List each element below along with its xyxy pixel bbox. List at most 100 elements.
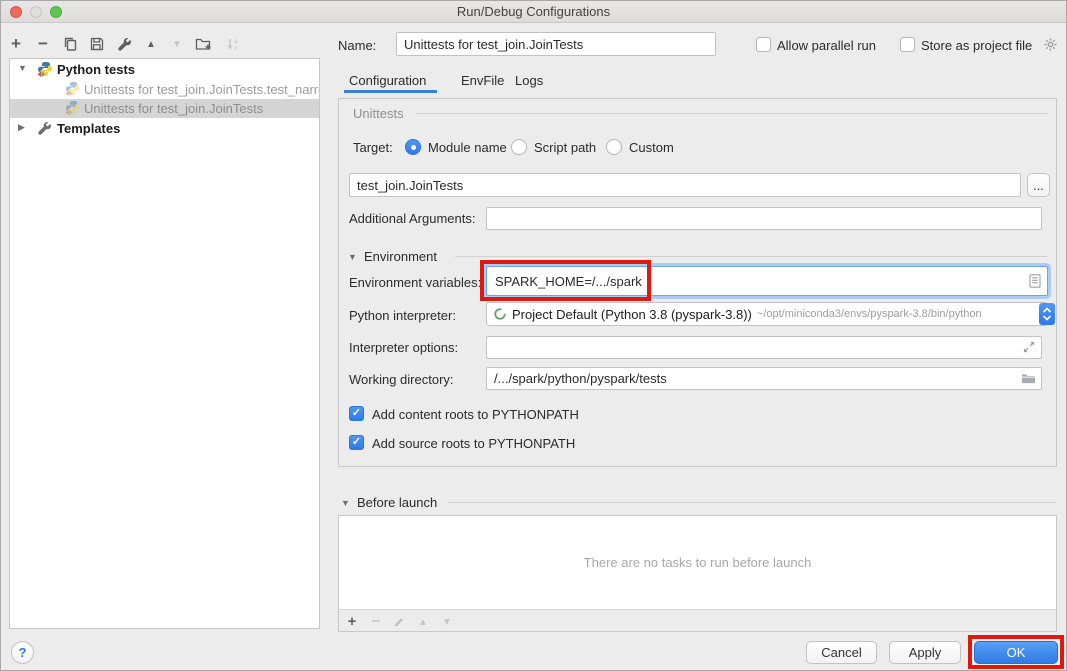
additional-arguments-label: Additional Arguments: bbox=[349, 211, 475, 226]
add-icon: + bbox=[11, 36, 21, 52]
up-down-chevrons-icon bbox=[1041, 305, 1053, 323]
python-interpreter-path: ~/opt/miniconda3/envs/pyspark-3.8/bin/py… bbox=[757, 308, 982, 320]
close-window-icon[interactable] bbox=[10, 6, 22, 18]
cancel-button[interactable]: Cancel bbox=[806, 641, 877, 664]
tree-item-label: Unittests for test_join.JoinTests bbox=[84, 101, 263, 116]
tab-envfile[interactable]: EnvFile bbox=[461, 73, 504, 88]
allow-parallel-run-checkbox[interactable] bbox=[756, 37, 771, 52]
radio-module-name-label[interactable]: Module name bbox=[428, 140, 507, 155]
svg-text:z: z bbox=[234, 45, 237, 52]
pencil-icon bbox=[392, 615, 406, 629]
run-debug-configurations-dialog: Run/Debug Configurations + − ▲ ▼ az ▼ Py… bbox=[0, 0, 1067, 671]
expand-field-button[interactable] bbox=[1023, 341, 1035, 353]
chevron-down-icon[interactable]: ▼ bbox=[341, 498, 350, 508]
allow-parallel-run-label: Allow parallel run bbox=[777, 38, 876, 53]
add-content-roots-checkbox[interactable]: ✓ bbox=[349, 406, 364, 421]
apply-button[interactable]: Apply bbox=[889, 641, 961, 664]
save-configuration-button[interactable] bbox=[88, 35, 106, 53]
tree-group-label: Python tests bbox=[57, 62, 135, 77]
folder-icon bbox=[1021, 372, 1036, 385]
section-divider bbox=[455, 256, 1047, 257]
section-divider bbox=[417, 113, 1047, 114]
check-icon: ✓ bbox=[352, 436, 361, 448]
interpreter-dropdown-stepper[interactable] bbox=[1039, 303, 1055, 325]
unittests-section-title: Unittests bbox=[353, 106, 404, 121]
tree-item-jointests-selected[interactable]: Unittests for test_join.JoinTests bbox=[10, 99, 319, 118]
chevron-right-icon[interactable]: ▶ bbox=[18, 122, 25, 133]
sort-az-icon: az bbox=[226, 36, 242, 52]
python-interpreter-select[interactable]: Project Default (Python 3.8 (pyspark-3.8… bbox=[486, 302, 1048, 326]
additional-arguments-input[interactable] bbox=[486, 207, 1042, 230]
chevron-down-icon[interactable]: ▼ bbox=[348, 252, 357, 262]
interpreter-options-input[interactable] bbox=[486, 336, 1042, 359]
help-button[interactable]: ? bbox=[11, 641, 34, 664]
tree-group-label: Templates bbox=[57, 121, 120, 136]
section-divider bbox=[448, 502, 1056, 503]
tree-group-templates[interactable]: ▶ Templates bbox=[10, 119, 319, 139]
environment-variables-input[interactable]: SPARK_HOME=/.../spark bbox=[486, 266, 1048, 296]
create-folder-button[interactable] bbox=[194, 35, 212, 53]
store-settings-gear-button[interactable] bbox=[1043, 37, 1058, 52]
browse-target-button[interactable]: ... bbox=[1027, 173, 1050, 197]
target-label: Target: bbox=[353, 140, 393, 155]
before-launch-section-title[interactable]: Before launch bbox=[357, 495, 437, 510]
tab-configuration[interactable]: Configuration bbox=[349, 73, 426, 88]
working-directory-label: Working directory: bbox=[349, 372, 454, 387]
svg-text:a: a bbox=[234, 38, 238, 45]
move-up-button[interactable]: ▲ bbox=[142, 35, 160, 53]
move-down-icon: ▼ bbox=[172, 39, 182, 50]
target-input[interactable] bbox=[349, 173, 1021, 197]
radio-module-name[interactable] bbox=[405, 139, 421, 155]
add-task-button[interactable]: + bbox=[343, 613, 361, 631]
python-tests-icon bbox=[65, 100, 80, 115]
remove-task-button[interactable]: − bbox=[367, 613, 385, 631]
add-configuration-button[interactable]: + bbox=[7, 35, 25, 53]
copy-configuration-button[interactable] bbox=[61, 35, 79, 53]
tree-item-label: Unittests for test_join.JoinTests.test_n… bbox=[84, 82, 319, 97]
python-interpreter-value: Project Default (Python 3.8 (pyspark-3.8… bbox=[512, 307, 752, 322]
move-down-icon: ▼ bbox=[442, 617, 452, 628]
wrench-icon bbox=[117, 37, 132, 52]
move-up-icon: ▲ bbox=[146, 39, 156, 50]
working-directory-input[interactable] bbox=[486, 367, 1042, 390]
active-tab-underline bbox=[344, 90, 437, 93]
python-interpreter-label: Python interpreter: bbox=[349, 308, 456, 323]
radio-custom[interactable] bbox=[606, 139, 622, 155]
environment-variables-value: SPARK_HOME=/.../spark bbox=[495, 274, 642, 289]
minimize-window-icon bbox=[30, 6, 42, 18]
move-task-up-button[interactable]: ▲ bbox=[414, 613, 432, 631]
conda-env-icon bbox=[493, 307, 507, 321]
environment-section-title[interactable]: Environment bbox=[364, 249, 437, 264]
radio-script-path-label[interactable]: Script path bbox=[534, 140, 596, 155]
new-folder-icon bbox=[195, 36, 212, 52]
edit-task-button[interactable] bbox=[390, 613, 408, 631]
remove-configuration-button[interactable]: − bbox=[34, 35, 52, 53]
move-up-icon: ▲ bbox=[418, 617, 428, 628]
chevron-down-icon[interactable]: ▼ bbox=[18, 63, 27, 73]
browse-folder-button[interactable] bbox=[1021, 372, 1036, 385]
radio-custom-label[interactable]: Custom bbox=[629, 140, 674, 155]
zoom-window-icon[interactable] bbox=[50, 6, 62, 18]
configurations-tree: ▼ Python tests Unittests for test_join.J… bbox=[9, 58, 320, 629]
name-input[interactable] bbox=[396, 32, 716, 56]
ok-button[interactable]: OK bbox=[974, 641, 1058, 664]
tree-item-test-narrow[interactable]: Unittests for test_join.JoinTests.test_n… bbox=[10, 80, 319, 99]
save-icon bbox=[89, 36, 105, 52]
configuration-panel: Unittests Target: Module name Script pat… bbox=[338, 98, 1057, 467]
templates-wrench-icon bbox=[37, 121, 52, 136]
move-down-button[interactable]: ▼ bbox=[168, 35, 186, 53]
move-task-down-button[interactable]: ▼ bbox=[438, 613, 456, 631]
add-source-roots-checkbox[interactable]: ✓ bbox=[349, 435, 364, 450]
check-icon: ✓ bbox=[352, 407, 361, 419]
edit-templates-button[interactable] bbox=[115, 35, 133, 53]
store-as-project-file-checkbox[interactable] bbox=[900, 37, 915, 52]
before-launch-empty-text: There are no tasks to run before launch bbox=[584, 555, 812, 570]
before-launch-panel: There are no tasks to run before launch … bbox=[338, 515, 1057, 632]
store-as-project-file-label: Store as project file bbox=[921, 38, 1032, 53]
sort-configurations-button[interactable]: az bbox=[225, 35, 243, 53]
edit-env-vars-button[interactable] bbox=[1029, 274, 1041, 288]
tree-group-python-tests[interactable]: ▼ Python tests bbox=[10, 60, 319, 80]
radio-script-path[interactable] bbox=[511, 139, 527, 155]
tab-logs[interactable]: Logs bbox=[515, 73, 543, 88]
add-icon: + bbox=[348, 614, 357, 630]
